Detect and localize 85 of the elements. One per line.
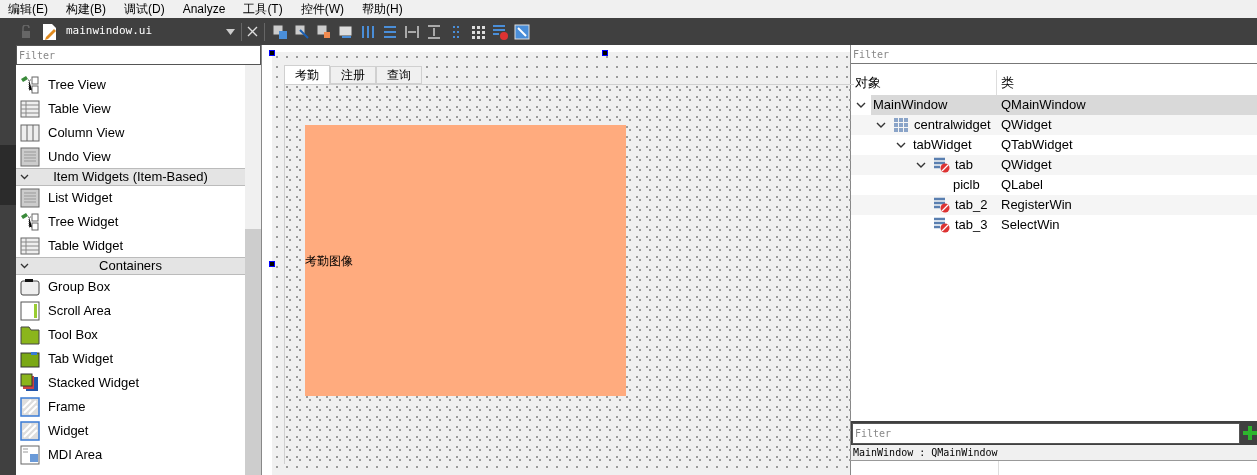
tab[interactable]: 注册 (330, 66, 376, 84)
menu-item[interactable]: 控件(W) (300, 0, 345, 18)
chevron-down-icon[interactable] (20, 263, 29, 269)
object-name[interactable]: MainWindow (873, 95, 948, 115)
chevron-down-icon[interactable] (916, 162, 926, 168)
filter-field[interactable]: Filter (852, 422, 1240, 444)
column-view-icon (20, 123, 40, 143)
object-name[interactable]: tab_2 (955, 195, 988, 215)
dock-side-bar (0, 145, 16, 205)
object-name[interactable]: piclb (953, 175, 980, 195)
object-name[interactable]: centralwidget (914, 115, 991, 135)
file-name: mainwindow.ui (66, 23, 154, 40)
scroll-area-icon (20, 301, 40, 321)
filter-field[interactable]: Filter (16, 45, 261, 65)
widget-item[interactable]: Frame (48, 397, 86, 417)
column-header[interactable]: 类 (997, 72, 1014, 93)
chevron-down-icon[interactable] (20, 174, 29, 180)
class-name: RegisterWin (1001, 196, 1072, 215)
widget-item[interactable]: Widget (48, 421, 89, 441)
widget-item[interactable]: Column View (48, 123, 125, 143)
class-name: QMainWindow (1001, 96, 1086, 115)
selection-handle[interactable] (602, 50, 608, 56)
widget-item[interactable]: Group Box (48, 277, 111, 297)
tab[interactable]: 考勤 (284, 65, 330, 84)
layout-horizontal-icon[interactable] (272, 23, 288, 40)
menu-item[interactable]: 编辑(E) (8, 0, 48, 18)
selection-handle[interactable] (269, 50, 275, 56)
adjust-size-icon[interactable] (514, 23, 530, 40)
close-icon[interactable] (247, 26, 258, 37)
menu-item[interactable]: 构建(B) (66, 0, 106, 18)
rows-icon[interactable] (382, 23, 398, 40)
list-icon (20, 188, 40, 208)
table-icon (20, 236, 40, 256)
class-name: SelectWin (1001, 216, 1060, 235)
group-box-icon (20, 277, 40, 297)
widget-item[interactable]: Stacked Widget (48, 373, 140, 393)
hatched-frame-icon (20, 421, 40, 441)
class-name: QWidget (1001, 116, 1052, 135)
widget-item[interactable]: Tree Widget (48, 212, 119, 232)
menu-item[interactable]: 工具(T) (243, 0, 283, 18)
object-name[interactable]: tabWidget (913, 135, 972, 155)
widget-item[interactable]: Scroll Area (48, 301, 111, 321)
break-layout-icon[interactable] (492, 23, 508, 40)
folder-icon (20, 325, 40, 345)
document-pencil-icon (42, 22, 58, 41)
widget-item[interactable]: Table Widget (48, 236, 124, 256)
tab-widget-icon (20, 349, 40, 369)
list-icon (20, 147, 40, 167)
menu-item[interactable]: 调试(D) (124, 0, 165, 18)
tree-icon (20, 75, 40, 95)
stacked-pages-icon (20, 373, 40, 393)
widget-item[interactable]: List Widget (48, 188, 113, 208)
scroll-bar[interactable] (245, 65, 261, 475)
table-icon (20, 99, 40, 119)
horizontal-splitter-icon[interactable] (404, 23, 420, 40)
widget-item[interactable]: Tool Box (48, 325, 98, 345)
widget-item[interactable]: Tab Widget (48, 349, 114, 369)
class-name: QLabel (1001, 176, 1043, 195)
chevron-down-icon[interactable] (856, 102, 866, 108)
grid-icon[interactable] (470, 23, 486, 40)
widget-item[interactable]: Undo View (48, 147, 111, 167)
add-icon[interactable] (1243, 426, 1257, 440)
menu-item[interactable]: 帮助(H) (362, 0, 403, 18)
selected-row-highlight[interactable]: MainWindow (871, 95, 997, 115)
columns-icon[interactable] (360, 23, 376, 40)
tab[interactable]: 查询 (376, 66, 422, 84)
hatched-frame-icon (20, 397, 40, 417)
menu-item[interactable]: Analyze (182, 0, 226, 18)
label-text: 考勤图像 (305, 252, 353, 270)
dropdown-caret-icon[interactable] (226, 28, 235, 35)
class-name: QWidget (1001, 156, 1052, 175)
chevron-down-icon[interactable] (896, 142, 906, 148)
object-name[interactable]: tab_3 (955, 215, 988, 235)
class-name: QTabWidget (1001, 136, 1073, 155)
widget-item[interactable]: Table View (48, 99, 111, 119)
selection-handle[interactable] (269, 261, 275, 267)
widget-item[interactable]: Tree View (48, 75, 106, 95)
object-class-label: MainWindow : QMainWindow (853, 446, 998, 460)
mdi-area-icon (20, 445, 40, 465)
widget-item[interactable]: MDI Area (48, 445, 103, 465)
chevron-down-icon[interactable] (876, 122, 886, 128)
vertical-splitter-icon[interactable] (426, 23, 442, 40)
tree-icon (20, 212, 40, 232)
object-name[interactable]: tab (955, 155, 974, 175)
grid-layout-icon (893, 117, 909, 133)
